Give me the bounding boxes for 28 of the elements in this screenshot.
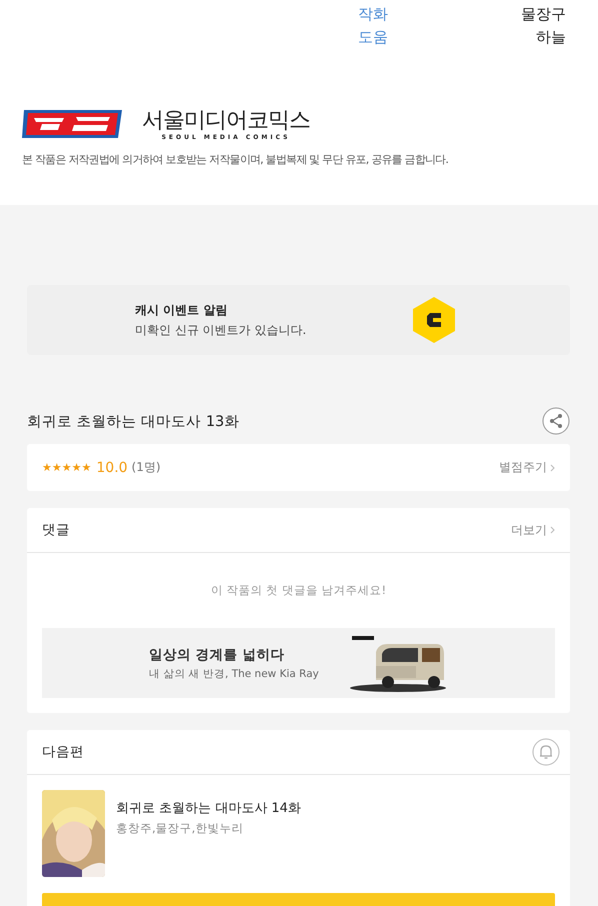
credit-role: 도움 [358,28,388,47]
episode-title: 회귀로 초월하는 대마도사 13화 [27,412,240,430]
cash-event-message: 미확인 신규 이벤트가 있습니다. [135,322,308,338]
ad-tagline: 내 삶의 새 반경, The new Kia Ray [149,666,320,680]
more-link[interactable]: 더보기 [511,522,555,538]
empty-comments-message: 이 작품의 첫 댓글을 남겨주세요! [210,583,388,598]
comments-title: 댓글 [42,521,70,539]
cash-event-banner[interactable]: 캐시 이벤트 알림 미확인 신규 이벤트가 있습니다. [27,285,570,355]
episode-title[interactable]: 회귀로 초월하는 대마도사 14화 [116,799,301,817]
cash-event-title: 캐시 이벤트 알림 [135,302,228,318]
credit-role: 작화 [358,5,388,24]
credit-name: 물장구 [521,5,566,24]
bell-icon[interactable] [532,738,560,766]
credit-name: 하늘 [536,28,566,47]
publisher-name: 서울미디어코믹스 [142,108,310,134]
next-episode-title: 다음편 [42,743,84,761]
share-icon[interactable] [542,407,570,435]
authors: 홍창주,물장구,한빛누리 [116,821,244,836]
ad-banner[interactable]: 일상의 경계를 넓히다 내 삶의 새 반경, The new Kia Ray [42,628,555,698]
ad-headline: 일상의 경계를 넓히다 [149,646,286,664]
coin-icon [412,296,456,344]
chevron-icon [550,526,555,534]
copyright-notice: 본 작품은 저작권법에 의거하여 보호받는 저작물이며, 불법복제 및 무단 유포, 공유를 금합니다. [22,152,448,167]
rate-link[interactable]: 별점주기 [499,459,555,476]
star-rating: ★★★★★ [42,461,92,474]
rating-count: (1명) [132,459,161,476]
chevron-icon [550,464,555,472]
rating-score: 10.0 [96,460,128,476]
